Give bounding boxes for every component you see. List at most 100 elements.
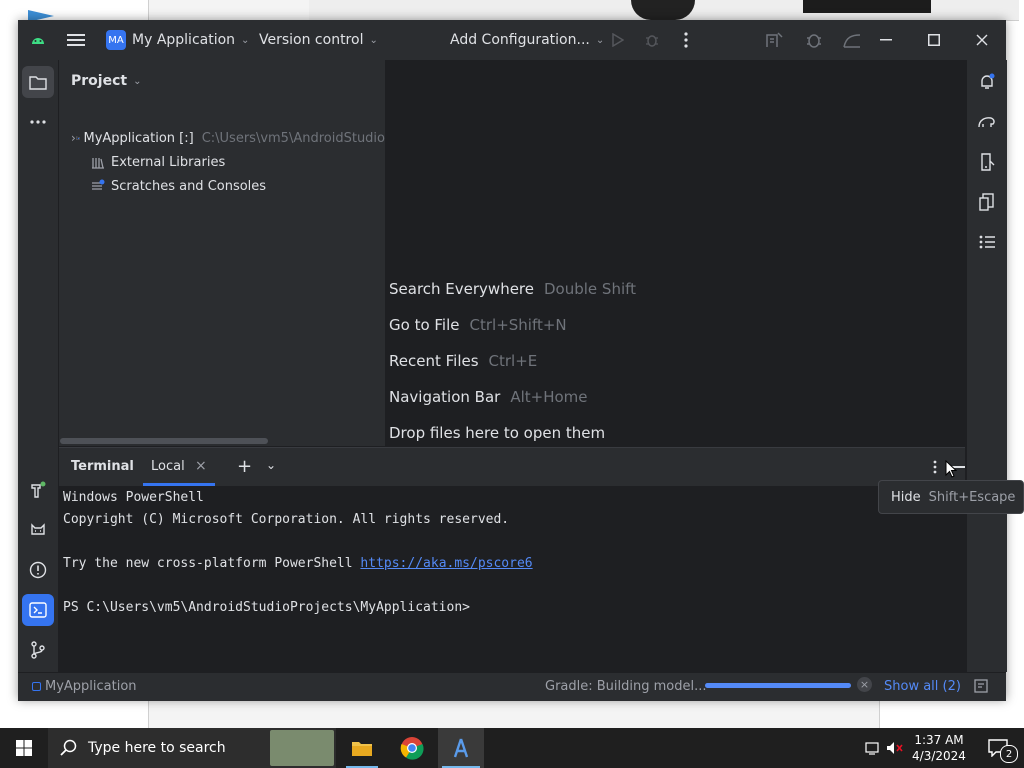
notification-count-badge: 2 [1000,745,1018,763]
search-placeholder: Type here to search [88,740,226,756]
new-tab-plus-icon[interactable]: + [237,456,252,477]
cancel-task-icon[interactable]: × [857,677,872,692]
hint-shortcut: Ctrl+Shift+N [469,316,567,334]
sync-gradle-icon[interactable] [762,20,786,60]
debug-icon[interactable] [642,20,662,60]
tree-node-myapplication[interactable]: › MyApplication [:] C:\Users\vm5\Android… [59,126,385,150]
more-tool-windows-button[interactable] [22,106,54,138]
project-tool-window: Project ⌄ › MyApplication [:] C:\Users\v… [59,60,386,446]
hint-search-everywhere: Search Everywhere Double Shift [389,280,636,298]
scratches-icon [92,179,105,190]
terminal-tool-button[interactable] [22,594,54,626]
version-control-label: Version control [259,32,364,48]
show-all-tasks-link[interactable]: Show all (2) [884,679,961,694]
run-configuration-selector[interactable]: Add Configuration... ⌄ [450,20,604,60]
project-widget[interactable]: MA My Application ⌄ [106,20,249,60]
windows-start-icon[interactable] [0,728,48,768]
minimize-icon[interactable] [874,20,898,60]
title-bar: MA My Application ⌄ Version control ⌄ Ad… [18,20,1006,60]
tree-node-label: MyApplication [:] [83,130,194,146]
hint-drop-files: Drop files here to open them [389,424,605,442]
more-actions-icon[interactable] [676,20,696,60]
project-tool-button[interactable] [22,66,54,98]
mouse-cursor-icon [945,460,957,478]
status-bar: MyApplication Gradle: Building model... … [18,672,1006,701]
tree-node-scratches[interactable]: Scratches and Consoles [59,174,385,198]
file-explorer-taskbar-icon[interactable] [340,728,384,768]
notifications-status-icon[interactable] [974,679,988,697]
terminal-output[interactable]: Windows PowerShell Copyright (C) Microso… [59,486,965,672]
terminal-prompt: PS C:\Users\vm5\AndroidStudioProjects\My… [63,600,470,615]
problems-tool-button[interactable] [22,554,54,586]
task-progress-bar [705,683,851,688]
terminal-options-icon[interactable] [933,460,937,478]
run-configuration-label: Add Configuration... [450,32,590,48]
tree-node-label: External Libraries [111,154,226,170]
list-icon [979,235,995,249]
background-task-label: Gradle: Building model... [545,679,707,694]
background-display [803,0,931,13]
version-control-widget[interactable]: Version control ⌄ [259,20,378,60]
close-tab-icon[interactable]: × [195,458,207,474]
horizontal-scrollbar[interactable] [60,438,268,444]
taskbar-search-box[interactable]: Type here to search [48,728,336,768]
action-center-icon[interactable]: 2 [978,728,1018,768]
right-tool-window-bar [966,60,1007,672]
terminal-line: Windows PowerShell [63,490,204,505]
terminal-title: Terminal [71,459,134,474]
system-clock[interactable]: 1:37 AM 4/3/2024 [908,728,970,768]
build-tool-button[interactable] [22,474,54,506]
device-manager-icon[interactable] [802,20,826,60]
profiler-icon[interactable] [840,20,864,60]
tree-node-external-libraries[interactable]: External Libraries [59,150,385,174]
hint-navigation-bar: Navigation Bar Alt+Home [389,388,588,406]
terminal-tool-window: Terminal Local × + ⌄ Windows PowerShell … [59,447,965,672]
chevron-down-icon: ⌄ [369,34,378,46]
logcat-tool-button[interactable] [22,514,54,546]
left-tool-window-bar [18,60,59,672]
android-studio-logo-icon [26,20,50,60]
network-icon[interactable] [862,728,882,768]
tab-dropdown-chevron-icon[interactable]: ⌄ [266,458,276,472]
running-devices-icon [979,193,994,211]
terminal-tab-local[interactable]: Local × [143,448,215,486]
gradle-elephant-icon [978,117,995,128]
pscore6-link[interactable]: https://aka.ms/pscore6 [360,556,532,571]
windows-taskbar: Type here to search 1:37 AM 4/3/2024 2 [0,728,1024,768]
close-icon[interactable] [970,20,994,60]
terminal-tab-label: Local [151,459,185,474]
git-branch-icon [31,641,45,659]
project-view-selector[interactable]: Project ⌄ [71,70,141,92]
volume-muted-icon[interactable] [884,728,906,768]
gradle-tool-button[interactable] [971,106,1003,138]
running-devices-button[interactable] [971,186,1003,218]
hint-shortcut: Ctrl+E [488,352,538,370]
hint-shortcut: Double Shift [544,280,637,298]
library-icon [92,158,104,169]
status-project-label: MyApplication [45,679,137,694]
run-icon[interactable] [608,20,628,60]
git-tool-button[interactable] [22,634,54,666]
project-panel-title: Project [71,73,128,89]
chevron-down-icon: ⌄ [241,34,250,46]
structure-tool-button[interactable] [971,226,1003,258]
search-icon [60,739,77,756]
project-name: My Application [132,32,236,48]
editor-empty-state: Search Everywhere Double Shift Go to File… [385,60,965,446]
status-project[interactable]: MyApplication [32,679,137,694]
background-dial [631,0,695,20]
hint-action: Go to File [389,316,460,334]
tree-node-label: Scratches and Consoles [111,178,267,194]
terminal-line: Try the new cross-platform PowerShell ht… [63,556,533,571]
chevron-down-icon: ⌄ [133,75,142,87]
main-menu-hamburger-icon[interactable] [62,20,90,60]
bell-icon [981,73,995,89]
device-file-explorer-button[interactable] [971,146,1003,178]
hide-tooltip: Hide Shift+Escape [878,480,1024,514]
android-studio-taskbar-icon[interactable] [438,728,484,768]
notifications-tool-button[interactable] [971,66,1003,98]
terminal-icon [29,602,47,618]
chrome-taskbar-icon[interactable] [390,728,434,768]
maximize-icon[interactable] [922,20,946,60]
clock-date: 4/3/2024 [912,749,966,763]
